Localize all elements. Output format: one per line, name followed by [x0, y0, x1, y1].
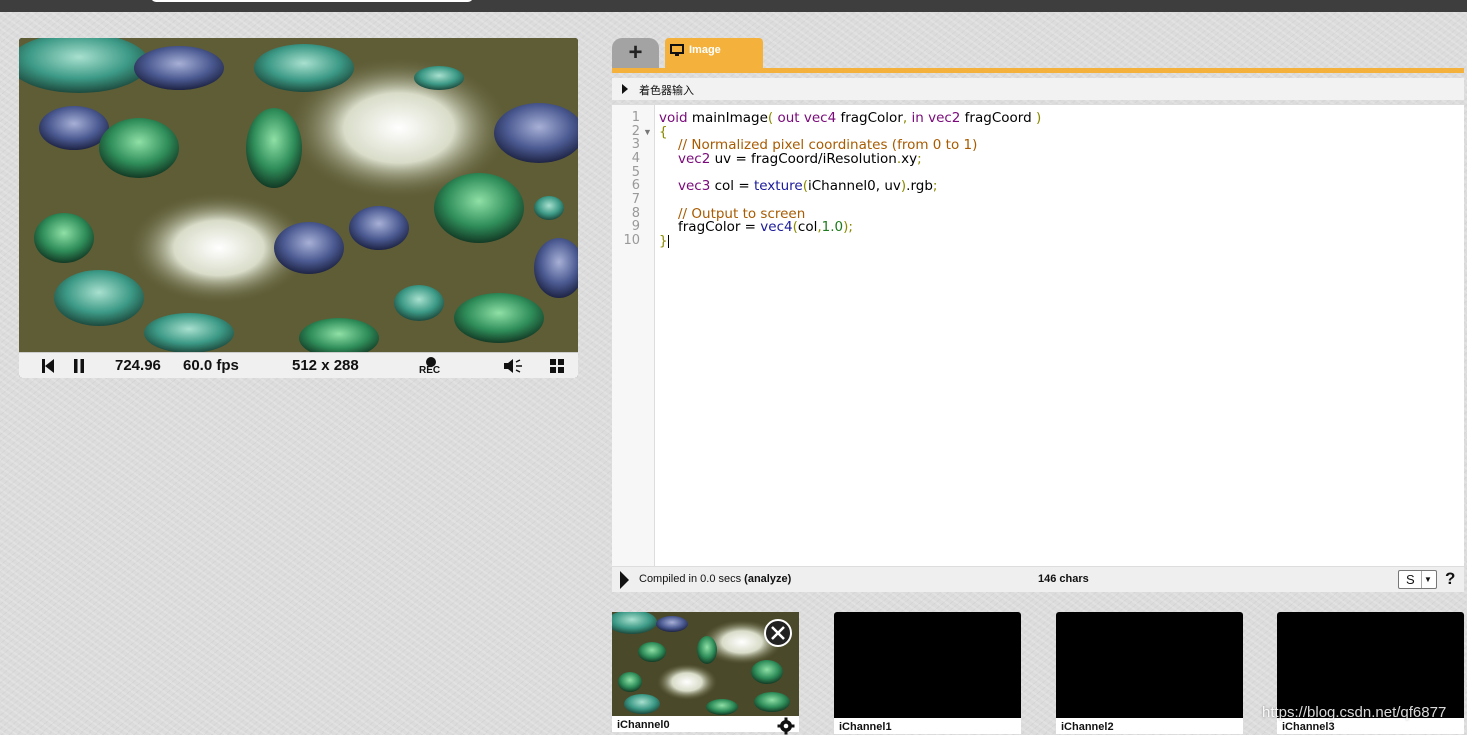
help-button[interactable]: ?: [1445, 569, 1455, 589]
playback-controls: 724.96 60.0 fps 512 x 288 REC: [19, 352, 578, 378]
channel-1-texture[interactable]: [834, 612, 1021, 718]
channel-2[interactable]: iChannel2: [1056, 612, 1243, 734]
close-icon[interactable]: [763, 618, 793, 648]
tab-image[interactable]: Image: [665, 38, 763, 69]
font-size-select-value: S: [1406, 572, 1415, 587]
channel-0[interactable]: iChannel0: [612, 612, 799, 735]
shader-canvas[interactable]: [19, 38, 578, 352]
code-comment: // Normalized pixel coordinates (from 0 …: [678, 137, 978, 153]
tab-underline: [612, 68, 1464, 73]
code-line: fragColor = vec4(col,1.0);: [678, 219, 853, 235]
tab-image-label: Image: [689, 44, 721, 56]
compile-status-bar: Compiled in 0.0 secs (analyze) 146 chars…: [612, 566, 1464, 592]
search-input[interactable]: [151, 0, 473, 2]
line-number: 9: [631, 219, 640, 234]
code-line: }: [659, 233, 669, 249]
rewind-icon[interactable]: [41, 358, 55, 374]
compile-status-text: Compiled in 0.0 secs: [639, 573, 745, 585]
code-line: void mainImage( out vec4 fragColor, in v…: [659, 110, 1042, 126]
line-number-gutter: 1 2 ▼ 3 4 5 6 7 8 9 10: [612, 105, 655, 567]
rec-label: REC: [419, 365, 441, 376]
editor-tabs: + Image: [612, 38, 1464, 69]
line-number: 1: [631, 110, 640, 125]
code-line: vec2 uv = fragCoord/iResolution.xy;: [678, 151, 922, 167]
channel-0-name: iChannel0: [617, 719, 670, 731]
code-editor[interactable]: 1 2 ▼ 3 4 5 6 7 8 9 10 void mainImage( o…: [612, 104, 1464, 567]
text-cursor: [667, 234, 669, 248]
line-number: 3: [631, 137, 640, 152]
top-navigation-bar: [0, 0, 1467, 12]
volume-icon[interactable]: [503, 358, 525, 374]
shader-inputs-label: 着色器输入: [639, 85, 694, 97]
font-size-select[interactable]: S ▼: [1398, 570, 1437, 589]
line-number: 10: [623, 233, 640, 248]
line-number: 4: [631, 151, 640, 166]
compile-status: Compiled in 0.0 secs (analyze): [639, 573, 791, 585]
channel-1[interactable]: iChannel1: [834, 612, 1021, 734]
code-line: vec3 col = texture(iChannel0, uv).rgb;: [678, 178, 938, 194]
expand-triangle-icon: [622, 84, 628, 94]
shader-inputs-toggle[interactable]: 着色器输入: [612, 78, 1464, 100]
channel-3-texture[interactable]: [1277, 612, 1464, 718]
pause-icon[interactable]: [73, 358, 85, 374]
time-readout: 724.96: [115, 357, 161, 374]
record-button[interactable]: REC: [419, 355, 443, 377]
analyze-link[interactable]: (analyze): [744, 573, 791, 585]
channel-1-name: iChannel1: [839, 721, 892, 733]
channel-2-texture[interactable]: [1056, 612, 1243, 718]
watermark: https://blog.csdn.net/qf6877: [1262, 704, 1447, 721]
line-number: 6: [631, 178, 640, 193]
line-number: 7: [631, 192, 640, 207]
fold-arrow-icon[interactable]: ▼: [643, 127, 652, 137]
channel-2-name: iChannel2: [1061, 721, 1114, 733]
add-tab-button[interactable]: +: [612, 38, 659, 69]
chevron-down-icon: ▼: [1421, 571, 1434, 588]
channel-3-name: iChannel3: [1282, 721, 1335, 733]
resolution-readout: 512 x 288: [292, 357, 359, 374]
gear-icon[interactable]: [777, 717, 795, 735]
compile-play-icon[interactable]: [620, 571, 629, 589]
channel-0-label-bar: iChannel0: [612, 716, 799, 735]
char-count: 146 chars: [1038, 573, 1089, 585]
monitor-icon: [670, 44, 684, 56]
fps-readout: 60.0 fps: [183, 357, 239, 374]
add-tab-label: +: [628, 39, 643, 66]
code-line: {: [659, 124, 668, 140]
fullscreen-icon[interactable]: [549, 358, 565, 374]
shader-preview-panel: 724.96 60.0 fps 512 x 288 REC: [19, 38, 578, 378]
